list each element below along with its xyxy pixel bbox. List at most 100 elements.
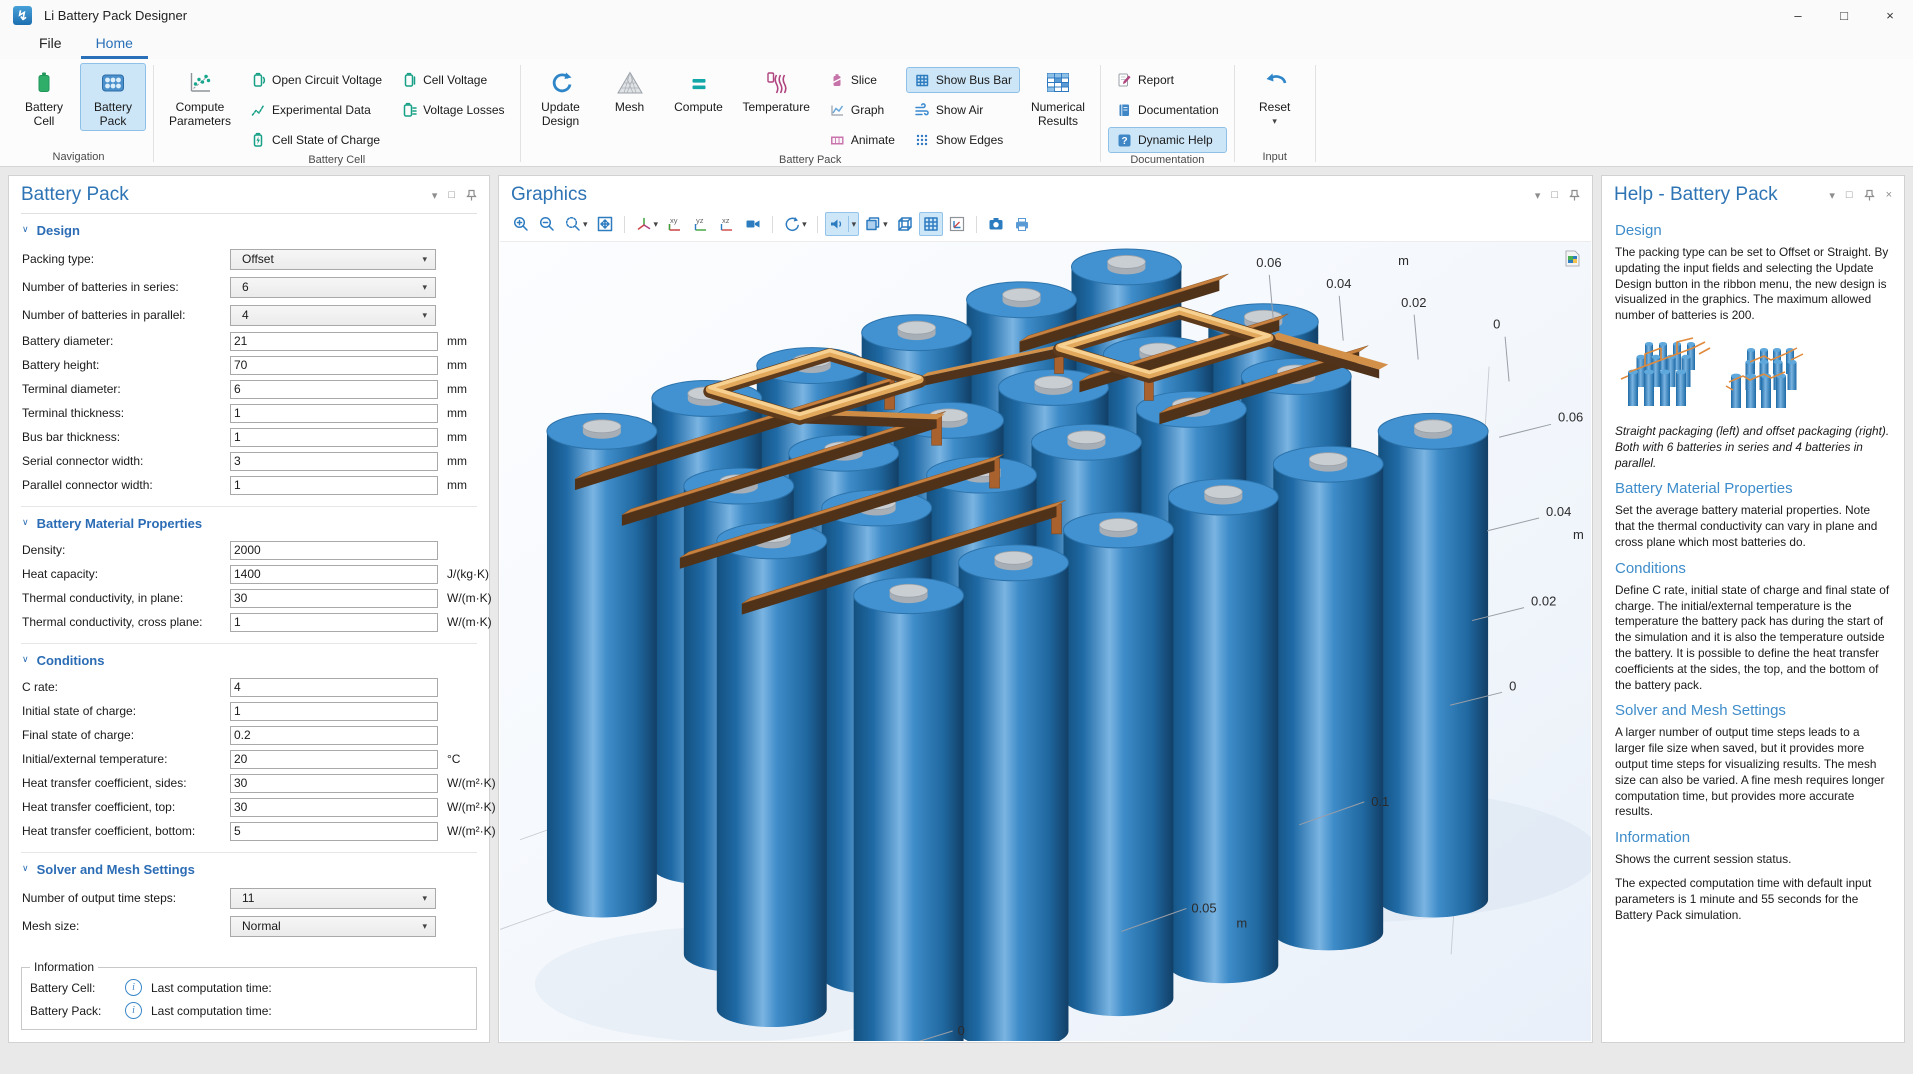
battery-cell-button[interactable]: Battery Cell [11, 63, 77, 131]
help-text-information-1: Shows the current session status. [1615, 852, 1891, 868]
menu-home[interactable]: Home [81, 30, 148, 59]
compute-parameters-button[interactable]: Compute Parameters [161, 63, 239, 131]
graphics-canvas[interactable]: 0.06 0.04 m 0.02 0 0.06 0.04 m 0.02 0 0.… [500, 241, 1591, 1041]
transparency-button[interactable]: ▾ [861, 212, 891, 236]
pin-icon[interactable] [466, 189, 477, 202]
chevron-down-icon: ▾ [852, 220, 857, 229]
initial-soc-input[interactable] [230, 702, 438, 721]
batteries-in-series-dropdown[interactable]: 6▾ [230, 277, 436, 298]
report-icon [1116, 72, 1132, 88]
help-heading-solver: Solver and Mesh Settings [1615, 702, 1891, 719]
documentation-button[interactable]: Documentation [1108, 97, 1227, 123]
pin-icon[interactable] [1569, 189, 1580, 202]
battery-pack-button[interactable]: Battery Pack [80, 63, 146, 131]
thermal-conductivity-cross-plane-input[interactable] [230, 613, 438, 632]
svg-text:0.05: 0.05 [1191, 900, 1216, 915]
zoom-out-button[interactable] [535, 212, 559, 236]
close-icon[interactable]: × [1886, 189, 1892, 201]
mesh-size-dropdown[interactable]: Normal▾ [230, 916, 436, 937]
panel-float-icon[interactable]: □ [1846, 189, 1853, 201]
c-rate-input[interactable] [230, 678, 438, 697]
panel-menu-icon[interactable]: ▾ [1535, 189, 1541, 202]
default-view-button[interactable]: ▾ [632, 212, 662, 236]
cell-state-of-charge-button[interactable]: Cell State of Charge [242, 127, 390, 153]
close-button[interactable]: × [1867, 0, 1913, 30]
zoom-box-button[interactable]: ▾ [561, 212, 591, 236]
wireframe-button[interactable] [893, 212, 917, 236]
xy-view-button[interactable]: xy [663, 212, 687, 236]
parallel-connector-width-input[interactable] [230, 476, 438, 495]
terminal-thickness-input[interactable] [230, 404, 438, 423]
scene-light-toggle[interactable]: ▾ [825, 212, 860, 236]
battery-diameter-input[interactable] [230, 332, 438, 351]
section-battery-material-properties[interactable]: ∨ Battery Material Properties [9, 507, 489, 538]
serial-connector-width-input[interactable] [230, 452, 438, 471]
svg-text:0.06: 0.06 [1256, 255, 1281, 270]
open-circuit-voltage-button[interactable]: Open Circuit Voltage [242, 67, 390, 93]
final-soc-input[interactable] [230, 726, 438, 745]
minimize-button[interactable]: – [1775, 0, 1821, 30]
graph-button[interactable]: Graph [821, 97, 903, 123]
report-button[interactable]: Report [1108, 67, 1227, 93]
animate-button[interactable]: Animate [821, 127, 903, 153]
maximize-button[interactable]: □ [1821, 0, 1867, 30]
snapshot-button[interactable] [984, 212, 1008, 236]
show-axes-button[interactable] [945, 212, 969, 236]
temperature-button[interactable]: Temperature [735, 63, 818, 117]
rotate-button[interactable]: ▾ [780, 212, 810, 236]
heat-transfer-sides-input[interactable] [230, 774, 438, 793]
xz-view-button[interactable]: xz [715, 212, 739, 236]
packing-type-dropdown[interactable]: Offset▾ [230, 249, 436, 270]
heat-capacity-input[interactable] [230, 565, 438, 584]
update-design-button[interactable]: Update Design [528, 63, 594, 131]
grid-icon [922, 215, 940, 233]
slice-button[interactable]: Slice [821, 67, 903, 93]
show-grid-toggle[interactable] [919, 212, 943, 236]
zoom-extents-button[interactable] [593, 212, 617, 236]
density-input[interactable] [230, 541, 438, 560]
zoom-in-button[interactable] [509, 212, 533, 236]
panel-menu-icon[interactable]: ▾ [432, 189, 438, 202]
bus-bar-thickness-input[interactable] [230, 428, 438, 447]
panel-menu-icon[interactable]: ▾ [1829, 189, 1835, 202]
batteries-in-parallel-dropdown[interactable]: 4▾ [230, 305, 436, 326]
thermal-conductivity-in-plane-input[interactable] [230, 589, 438, 608]
section-design[interactable]: ∨ Design [9, 214, 489, 245]
dynamic-help-toggle[interactable]: ? Dynamic Help [1108, 127, 1227, 153]
mesh-icon [616, 69, 644, 97]
heat-transfer-bottom-input[interactable] [230, 822, 438, 841]
cell-voltage-button[interactable]: Cell Voltage [393, 67, 512, 93]
menu-file[interactable]: File [24, 30, 77, 59]
initial-external-temperature-input[interactable] [230, 750, 438, 769]
battery-height-input[interactable] [230, 356, 438, 375]
panel-float-icon[interactable]: □ [448, 189, 455, 201]
scene-camera-button[interactable] [741, 212, 765, 236]
terminal-diameter-input[interactable] [230, 380, 438, 399]
section-conditions[interactable]: ∨ Conditions [9, 644, 489, 675]
heat-transfer-top-input[interactable] [230, 798, 438, 817]
axes-box-icon [948, 215, 966, 233]
numerical-results-button[interactable]: Numerical Results [1023, 63, 1093, 131]
cell-state-of-charge-icon [250, 132, 266, 148]
rotate-icon [783, 215, 801, 233]
output-time-steps-dropdown[interactable]: 11▾ [230, 888, 436, 909]
mesh-button[interactable]: Mesh [597, 63, 663, 117]
ribbon-group-battery-pack: Update Design Mesh Compute Temperature S… [521, 61, 1100, 166]
show-edges-toggle[interactable]: Show Edges [906, 127, 1020, 153]
panel-float-icon[interactable]: □ [1551, 189, 1558, 201]
voltage-losses-button[interactable]: Voltage Losses [393, 97, 512, 123]
yz-view-button[interactable]: yz [689, 212, 713, 236]
pin-icon[interactable] [1864, 189, 1875, 202]
experimental-data-button[interactable]: Experimental Data [242, 97, 390, 123]
documentation-icon [1116, 102, 1132, 118]
plot-context-icon[interactable] [1564, 250, 1581, 272]
form-row: Heat transfer coefficient, bottom: W/(m²… [9, 819, 489, 843]
show-bus-bar-toggle[interactable]: Show Bus Bar [906, 67, 1020, 93]
show-bus-bar-icon [914, 72, 930, 88]
print-button[interactable] [1010, 212, 1034, 236]
section-solver-and-mesh[interactable]: ∨ Solver and Mesh Settings [9, 853, 489, 884]
compute-button[interactable]: Compute [666, 63, 732, 117]
slice-icon [829, 72, 845, 88]
reset-button[interactable]: Reset ▾ [1242, 63, 1308, 129]
show-air-toggle[interactable]: Show Air [906, 97, 1020, 123]
